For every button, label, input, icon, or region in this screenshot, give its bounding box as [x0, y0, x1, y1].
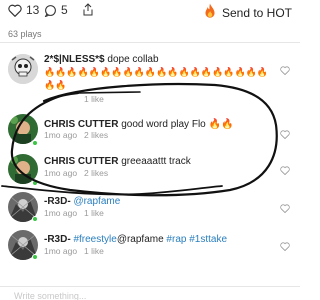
comment-author[interactable]: CHRIS CUTTER — [44, 156, 118, 167]
heart-outline-icon[interactable] — [280, 126, 290, 144]
online-status-dot — [32, 140, 38, 146]
comment-author[interactable]: 2*$|NLESS*$ — [44, 54, 105, 65]
comment-body: good word play Flo — [118, 119, 209, 130]
share-button[interactable] — [82, 3, 94, 16]
heart-outline-icon — [8, 4, 22, 17]
comment-item: CHRIS CUTTER good word play Flo 🔥🔥 1mo a… — [0, 112, 300, 146]
comment-text: CHRIS CUTTER good word play Flo 🔥🔥 — [44, 118, 274, 131]
comment-input-bar[interactable]: Write something... — [0, 286, 300, 300]
online-status-dot — [32, 180, 38, 186]
plays-count: 63 plays — [8, 29, 42, 39]
comment-input-placeholder[interactable]: Write something... — [14, 291, 86, 300]
comment-text: -R3D- @rapfame — [44, 195, 274, 208]
comment-author[interactable]: -R3D- — [44, 196, 71, 207]
comment-body: dope collab — [104, 54, 159, 65]
send-to-hot-button[interactable]: Send to HOT — [203, 3, 292, 23]
fire-emoji: 🔥🔥 — [208, 119, 234, 130]
send-to-hot-label: Send to HOT — [221, 6, 292, 20]
comment-time: 1mo ago — [44, 130, 78, 140]
comment-text: 2*$|NLESS*$ dope collab 🔥🔥🔥🔥🔥🔥🔥🔥🔥🔥🔥🔥🔥🔥🔥🔥… — [44, 53, 274, 92]
comment-item: -R3D- #freestyle@rapfame #rap #1sttake 1… — [0, 228, 300, 262]
comment-item: -R3D- @rapfame 1mo ago 1 like — [0, 190, 300, 224]
comments-count: 5 — [61, 3, 68, 17]
comment-time: 1mo ago — [44, 208, 78, 218]
online-status-dot — [32, 216, 38, 222]
comment-likes[interactable]: 1 like — [84, 246, 104, 256]
mention-text[interactable]: @rapfame — [117, 234, 164, 245]
fire-emoji: 🔥🔥🔥🔥🔥🔥🔥🔥🔥🔥🔥🔥🔥🔥🔥🔥🔥🔥🔥🔥🔥🔥 — [44, 67, 269, 90]
comment-item: CHRIS CUTTER greeaaattt track 1mo ago 2 … — [0, 150, 300, 186]
fire-icon — [203, 3, 217, 23]
likes-count: 13 — [26, 3, 40, 17]
comment-likes[interactable]: 1 like — [84, 94, 104, 104]
comments-stat[interactable]: 5 — [44, 3, 68, 17]
avatar[interactable] — [8, 54, 38, 84]
comment-likes[interactable]: 2 likes — [84, 168, 108, 178]
heart-outline-icon[interactable] — [280, 162, 290, 180]
top-bar: 13 5 Send to HOT — [0, 0, 300, 24]
comment-time: 1mo ago — [44, 168, 78, 178]
comment-likes[interactable]: 2 likes — [84, 130, 108, 140]
mention-link[interactable]: @rapfame — [73, 196, 120, 207]
comment-bubble-icon — [44, 4, 57, 17]
divider — [0, 42, 300, 43]
online-status-dot — [32, 254, 38, 260]
heart-outline-icon[interactable] — [280, 62, 290, 80]
comment-body: greeaaattt track — [118, 156, 191, 167]
hashtag-link[interactable]: #rap #1sttake — [164, 234, 227, 245]
comment-time: 1mo ago — [44, 246, 78, 256]
hashtag-link[interactable]: #freestyle — [73, 234, 116, 245]
heart-outline-icon[interactable] — [280, 238, 290, 256]
likes-stat[interactable]: 13 — [8, 3, 39, 17]
comment-author[interactable]: -R3D- — [44, 234, 71, 245]
comment-text: -R3D- #freestyle@rapfame #rap #1sttake — [44, 233, 274, 246]
comment-text: CHRIS CUTTER greeaaattt track — [44, 155, 274, 168]
share-icon — [82, 3, 94, 16]
comment-item: 2*$|NLESS*$ dope collab 🔥🔥🔥🔥🔥🔥🔥🔥🔥🔥🔥🔥🔥🔥🔥🔥… — [0, 50, 300, 104]
heart-outline-icon[interactable] — [280, 200, 290, 218]
comment-likes[interactable]: 1 like — [84, 208, 104, 218]
comment-author[interactable]: CHRIS CUTTER — [44, 119, 118, 130]
